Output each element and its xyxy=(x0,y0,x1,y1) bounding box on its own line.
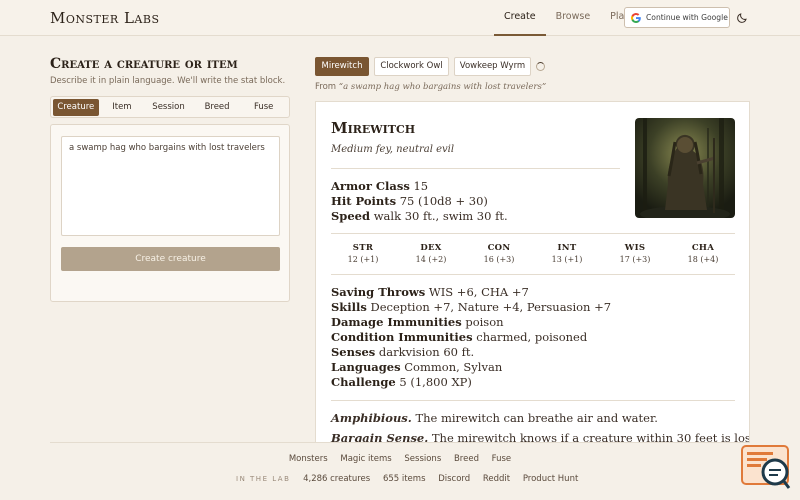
site-footer: Monsters Magic items Sessions Breed Fuse… xyxy=(50,442,750,500)
trait-amphibious: Amphibious. The mirewitch can breathe ai… xyxy=(331,411,658,425)
footer-link-reddit[interactable]: Reddit xyxy=(483,474,510,484)
create-creature-button[interactable]: Create creature xyxy=(61,247,280,271)
type-tabs: Creature Item Session Breed Fuse xyxy=(50,96,290,118)
ability-dex: DEX 14 (+2) xyxy=(415,243,447,264)
create-panel-title: Create a creature or item xyxy=(50,56,238,72)
tab-fuse[interactable]: Fuse xyxy=(242,99,285,116)
ability-cha: CHA 18 (+4) xyxy=(687,243,719,264)
ability-int: INT 13 (+1) xyxy=(551,243,583,264)
hit-points: Hit Points 75 (10d8 + 30) xyxy=(331,194,488,208)
footer-link-fuse[interactable]: Fuse xyxy=(492,454,511,464)
footer-link-monsters[interactable]: Monsters xyxy=(289,454,328,464)
challenge: Challenge 5 (1,800 XP) xyxy=(331,375,472,389)
stat-block: Mirewitch Medium fey, neutral evil Armor… xyxy=(315,101,750,446)
google-signin-button[interactable]: Continue with Google xyxy=(624,7,730,28)
creature-count: 4,286 creatures xyxy=(303,474,371,484)
result-tab-vowkeep-wyrm[interactable]: Vowkeep Wyrm xyxy=(454,57,531,76)
nav-browse[interactable]: Browse xyxy=(546,0,601,36)
source-prompt: From “a swamp hag who bargains with lost… xyxy=(315,82,546,92)
armor-class: Armor Class 15 xyxy=(331,179,429,193)
source-prompt-label: From xyxy=(315,82,337,92)
brand-logo[interactable]: Monster Labs xyxy=(50,9,159,27)
footer-link-product-hunt[interactable]: Product Hunt xyxy=(523,474,578,484)
ability-str: STR 12 (+1) xyxy=(347,243,379,264)
divider xyxy=(331,274,735,275)
speed: Speed walk 30 ft., swim 30 ft. xyxy=(331,209,508,223)
footer-link-breed[interactable]: Breed xyxy=(454,454,479,464)
tab-creature[interactable]: Creature xyxy=(53,98,99,116)
result-tab-mirewitch[interactable]: Mirewitch xyxy=(315,57,369,76)
tab-session[interactable]: Session xyxy=(145,99,192,116)
main-nav: Create Browse Plans xyxy=(494,0,645,36)
google-button-label: Continue with Google xyxy=(646,13,728,22)
damage-immunities: Damage Immunities poison xyxy=(331,315,504,329)
skills: Skills Deception +7, Nature +4, Persuasi… xyxy=(331,300,612,314)
create-panel-subtitle: Describe it in plain language. We'll wri… xyxy=(50,76,286,86)
creature-type: Medium fey, neutral evil xyxy=(331,144,455,155)
item-count: 655 items xyxy=(382,474,426,484)
nav-create[interactable]: Create xyxy=(494,0,546,36)
ability-wis: WIS 17 (+3) xyxy=(619,243,651,264)
footer-link-discord[interactable]: Discord xyxy=(438,474,470,484)
footer-stats: IN THE LAB 4,286 creatures 655 items Dis… xyxy=(236,474,588,484)
description-textarea[interactable]: a swamp hag who bargains with lost trave… xyxy=(61,136,280,236)
top-header: Monster Labs Create Browse Plans Continu… xyxy=(0,0,800,36)
google-icon xyxy=(630,12,641,23)
footer-link-magic-items[interactable]: Magic items xyxy=(340,454,391,464)
tab-breed[interactable]: Breed xyxy=(194,99,241,116)
ability-con: CON 16 (+3) xyxy=(483,243,515,264)
footer-nav: Monsters Magic items Sessions Breed Fuse xyxy=(50,454,750,464)
divider xyxy=(331,400,735,401)
create-form: a swamp hag who bargains with lost trave… xyxy=(50,124,290,302)
divider xyxy=(331,168,620,169)
in-the-lab-label: IN THE LAB xyxy=(236,475,291,483)
source-prompt-text: “a swamp hag who bargains with lost trav… xyxy=(338,82,547,92)
saving-throws: Saving Throws WIS +6, CHA +7 xyxy=(331,285,529,299)
loading-spinner-icon xyxy=(536,62,545,71)
footer-link-sessions[interactable]: Sessions xyxy=(404,454,441,464)
languages: Languages Common, Sylvan xyxy=(331,360,503,374)
moon-icon[interactable] xyxy=(736,12,748,24)
creature-name: Mirewitch xyxy=(331,119,416,137)
chat-support-icon[interactable] xyxy=(741,444,791,490)
condition-immunities: Condition Immunities charmed, poisoned xyxy=(331,330,588,344)
senses: Senses darkvision 60 ft. xyxy=(331,345,475,359)
tab-item[interactable]: Item xyxy=(101,99,144,116)
result-tab-clockwork-owl[interactable]: Clockwork Owl xyxy=(374,57,449,76)
creature-portrait xyxy=(635,118,735,218)
divider xyxy=(331,233,735,234)
